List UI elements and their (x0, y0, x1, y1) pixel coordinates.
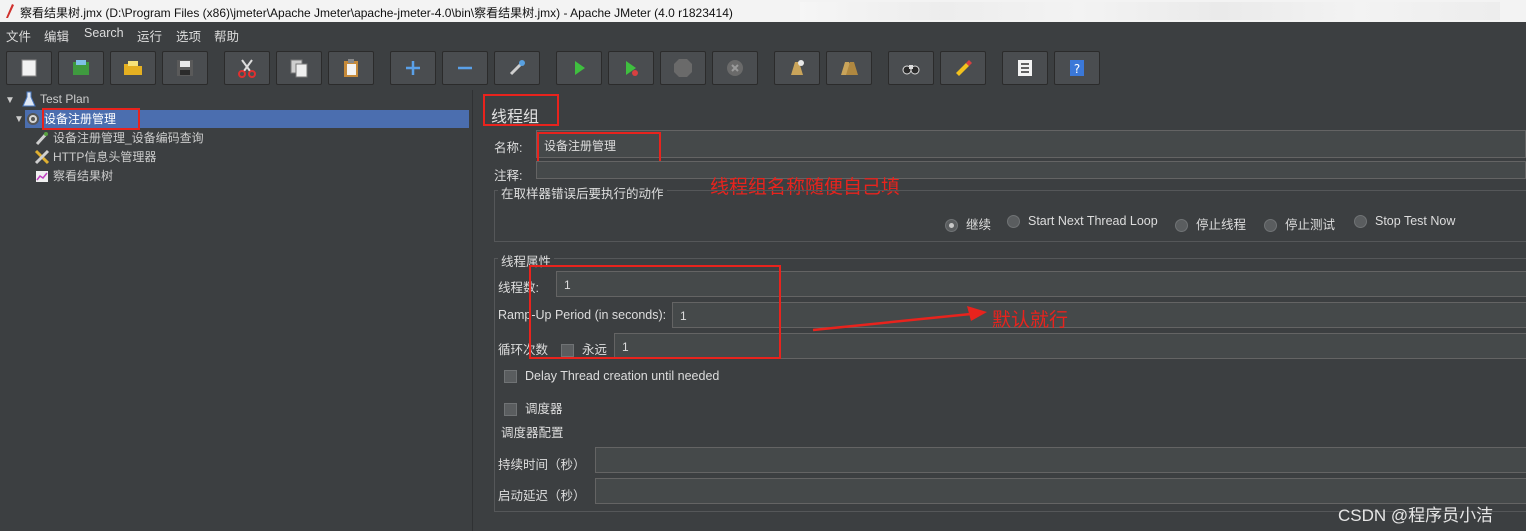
delay-thread-creation-checkbox[interactable]: Delay Thread creation until needed (504, 369, 719, 384)
start-no-pause-icon (626, 61, 638, 76)
save-button[interactable] (162, 51, 208, 85)
radio-continue[interactable]: 继续 (945, 214, 991, 233)
annotation-default-hint: 默认就行 (992, 310, 1069, 331)
radio-stop-test[interactable]: 停止测试 (1264, 214, 1335, 233)
search-button[interactable] (888, 51, 934, 85)
cut-icon (238, 59, 256, 78)
scheduler-checkbox[interactable]: 调度器 (504, 398, 563, 417)
help-button[interactable]: ? (1054, 51, 1100, 85)
checkbox-indicator (504, 403, 517, 417)
radio-start-next-loop[interactable]: Start Next Thread Loop (1007, 214, 1158, 229)
radio-stop-thread[interactable]: 停止线程 (1175, 214, 1246, 233)
collapse-arrow-icon[interactable]: ▼ (5, 95, 15, 106)
open-button[interactable] (110, 51, 156, 85)
collapse-arrow-icon[interactable]: ▼ (14, 114, 24, 125)
thread-group-icon (27, 112, 39, 125)
new-button[interactable] (6, 51, 52, 85)
shutdown-button[interactable] (712, 51, 758, 85)
start-button[interactable] (556, 51, 602, 85)
radio-indicator (1264, 219, 1277, 233)
clear-button[interactable] (774, 51, 820, 85)
highlight-box-tree-item (42, 108, 140, 130)
startup-delay-label: 启动延迟（秒） (498, 489, 586, 503)
menu-run[interactable]: 运行 (137, 26, 162, 45)
arrow-annotation-icon (812, 306, 987, 332)
background-window-tabs (800, 2, 1500, 20)
menu-bar: 文件 编辑 Search 运行 选项 帮助 (0, 22, 1526, 44)
menu-options[interactable]: 选项 (176, 26, 201, 45)
duration-label: 持续时间（秒） (498, 458, 586, 472)
on-error-legend: 在取样器错误后要执行的动作 (498, 183, 667, 202)
paste-icon (344, 59, 358, 77)
collapse-icon (458, 66, 472, 70)
templates-button[interactable] (58, 51, 104, 85)
menu-file[interactable]: 文件 (6, 26, 31, 45)
expand-icon (406, 61, 420, 75)
stop-button[interactable] (660, 51, 706, 85)
test-plan-tree: ▼ Test Plan ▼ 设备注册管理 设备注册管理_设备编码查询 HTTP信… (0, 90, 472, 531)
toggle-button[interactable] (494, 51, 540, 85)
radio-indicator-selected (945, 219, 958, 233)
http-sampler-icon (35, 131, 49, 145)
test-plan-icon (22, 91, 36, 107)
clear-icon (791, 60, 804, 75)
highlight-box-thread-props (529, 265, 781, 359)
copy-icon (290, 59, 308, 78)
menu-help[interactable]: 帮助 (214, 26, 239, 45)
function-helper-button[interactable] (1002, 51, 1048, 85)
watermark: CSDN @程序员小洁 (1338, 506, 1494, 525)
results-tree-icon (36, 170, 48, 182)
name-label: 名称: (494, 141, 523, 155)
thread-group-panel: 线程组 名称: 设备注册管理 注释: 线程组名称随便自己填 在取样器错误后要执行… (481, 90, 1526, 531)
on-error-group: 在取样器错误后要执行的动作 继续 Start Next Thread Loop … (494, 183, 1526, 242)
tree-item-header-manager[interactable]: HTTP信息头管理器 (34, 148, 156, 166)
search-icon (902, 65, 920, 75)
name-field[interactable]: 设备注册管理 (536, 130, 1526, 158)
help-icon: ? (1070, 60, 1084, 76)
expand-all-button[interactable] (390, 51, 436, 85)
menu-edit[interactable]: 编辑 (44, 26, 69, 45)
jmeter-feather-icon (6, 4, 14, 18)
highlight-box-title (483, 94, 559, 126)
tree-item-test-plan[interactable]: Test Plan (21, 91, 89, 109)
radio-indicator (1175, 219, 1188, 233)
scheduler-config-legend: 调度器配置 (498, 422, 567, 441)
open-icon (124, 61, 142, 75)
start-icon (575, 61, 585, 75)
comment-field[interactable] (536, 161, 1526, 179)
toggle-icon (509, 60, 525, 76)
checkbox-indicator (504, 370, 517, 384)
stop-icon (674, 59, 692, 77)
rampup-field[interactable]: 1 (672, 302, 1526, 328)
duration-field[interactable] (595, 447, 1526, 473)
window-title-bar: 察看结果树.jmx (D:\Program Files (x86)\jmeter… (0, 0, 1526, 22)
shutdown-icon (727, 60, 743, 76)
new-icon (21, 59, 37, 77)
paste-button[interactable] (328, 51, 374, 85)
svg-text:?: ? (1074, 62, 1080, 76)
tree-item-http-sampler[interactable]: 设备注册管理_设备编码查询 (34, 129, 204, 147)
start-no-pauses-button[interactable] (608, 51, 654, 85)
radio-indicator (1354, 215, 1367, 229)
templates-icon (73, 60, 89, 75)
comment-label: 注释: (494, 169, 523, 183)
toolbar: ? (0, 46, 1526, 90)
reset-search-button[interactable] (940, 51, 986, 85)
cut-button[interactable] (224, 51, 270, 85)
clear-all-icon (841, 62, 858, 75)
copy-button[interactable] (276, 51, 322, 85)
tree-item-results-tree[interactable]: 察看结果树 (34, 167, 113, 185)
radio-indicator (1007, 215, 1020, 229)
menu-search[interactable]: Search (84, 26, 124, 40)
function-helper-icon (1018, 60, 1032, 76)
collapse-all-button[interactable] (442, 51, 488, 85)
window-title: 察看结果树.jmx (D:\Program Files (x86)\jmeter… (20, 6, 733, 20)
clear-all-button[interactable] (826, 51, 872, 85)
reset-search-icon (956, 60, 972, 76)
save-icon (177, 60, 193, 76)
header-manager-icon (34, 149, 50, 164)
radio-stop-test-now[interactable]: Stop Test Now (1354, 214, 1455, 229)
